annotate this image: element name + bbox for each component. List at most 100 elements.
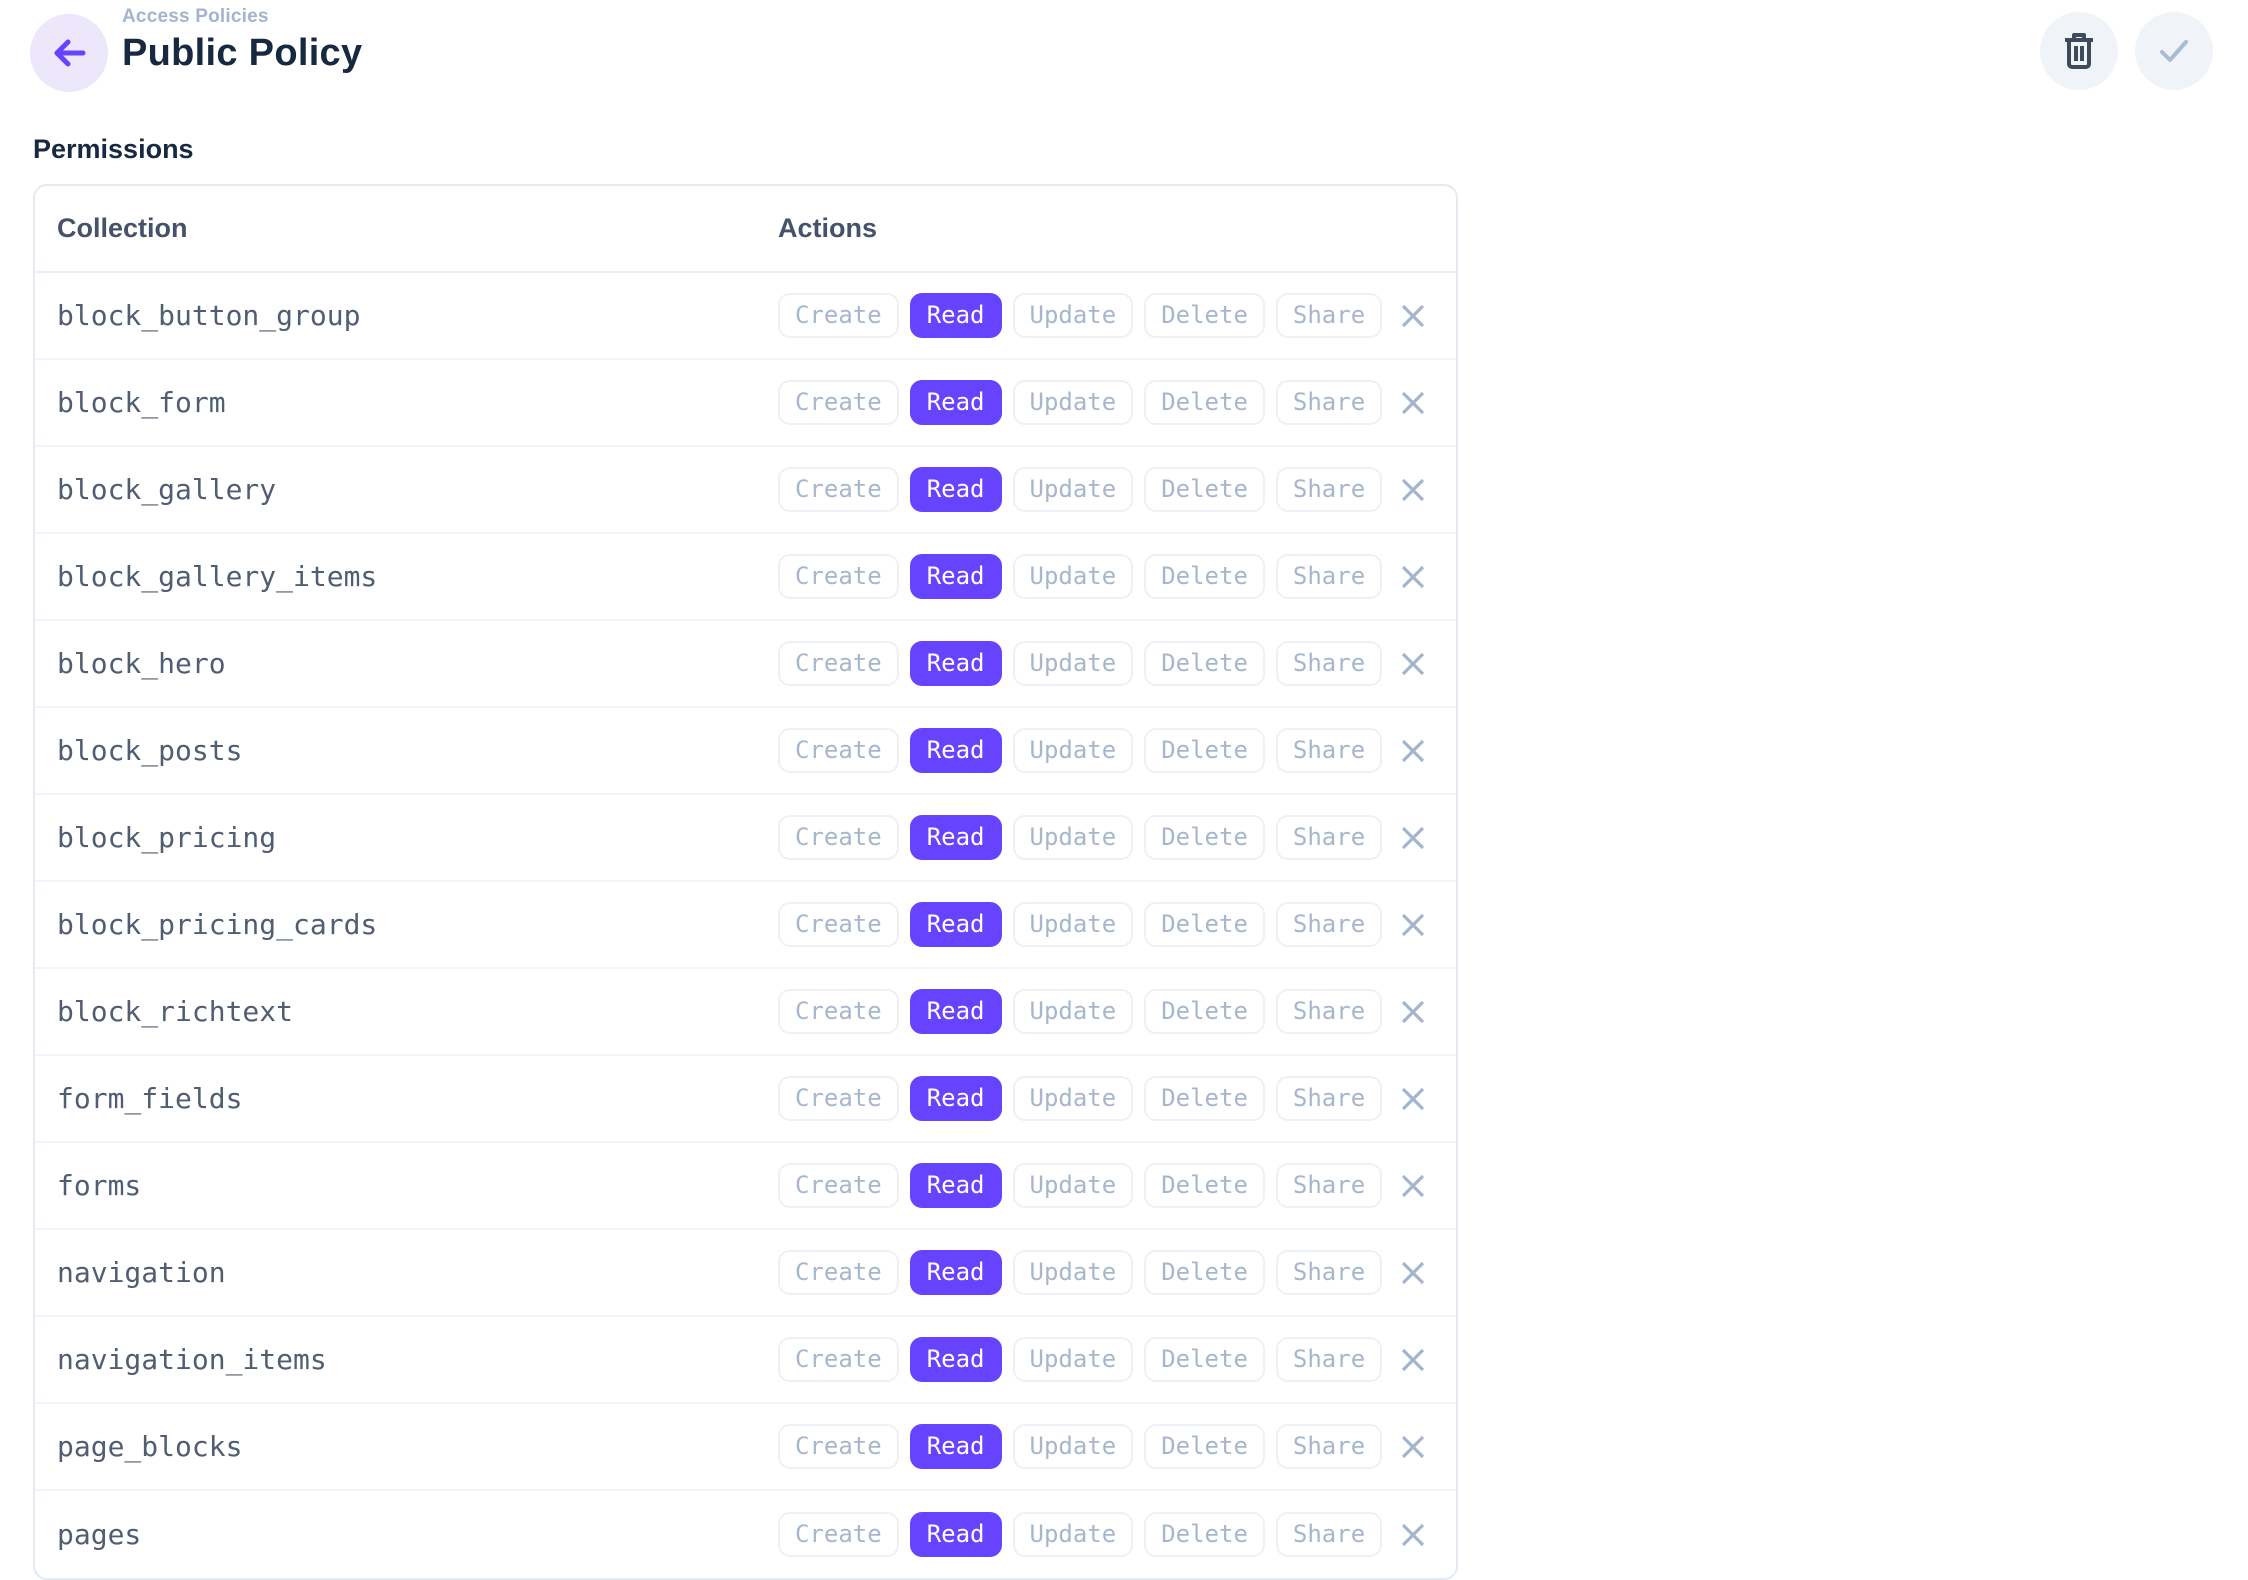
action-create-toggle[interactable]: Create [778, 554, 899, 599]
action-create-toggle[interactable]: Create [778, 1424, 899, 1469]
action-share-toggle[interactable]: Share [1276, 815, 1382, 860]
action-delete-toggle[interactable]: Delete [1144, 989, 1265, 1034]
action-update-toggle[interactable]: Update [1013, 1424, 1134, 1469]
action-delete-toggle[interactable]: Delete [1144, 467, 1265, 512]
action-update-toggle[interactable]: Update [1013, 1076, 1134, 1121]
action-read-toggle[interactable]: Read [910, 641, 1002, 686]
action-delete-toggle[interactable]: Delete [1144, 380, 1265, 425]
action-delete-toggle[interactable]: Delete [1144, 902, 1265, 947]
action-delete-toggle[interactable]: Delete [1144, 1512, 1265, 1557]
action-update-toggle[interactable]: Update [1013, 380, 1134, 425]
close-icon [1394, 819, 1432, 857]
action-create-toggle[interactable]: Create [778, 1163, 899, 1208]
action-delete-toggle[interactable]: Delete [1144, 1163, 1265, 1208]
remove-permission-button[interactable] [1393, 1079, 1433, 1119]
action-create-toggle[interactable]: Create [778, 1337, 899, 1382]
arrow-left-icon [48, 32, 90, 74]
action-create-toggle[interactable]: Create [778, 467, 899, 512]
remove-permission-button[interactable] [1393, 644, 1433, 684]
action-share-toggle[interactable]: Share [1276, 728, 1382, 773]
action-create-toggle[interactable]: Create [778, 989, 899, 1034]
action-create-toggle[interactable]: Create [778, 815, 899, 860]
action-update-toggle[interactable]: Update [1013, 1337, 1134, 1382]
action-read-toggle[interactable]: Read [910, 989, 1002, 1034]
action-read-toggle[interactable]: Read [910, 293, 1002, 338]
action-delete-toggle[interactable]: Delete [1144, 1250, 1265, 1295]
action-create-toggle[interactable]: Create [778, 1250, 899, 1295]
action-read-toggle[interactable]: Read [910, 380, 1002, 425]
action-update-toggle[interactable]: Update [1013, 641, 1134, 686]
action-create-toggle[interactable]: Create [778, 1076, 899, 1121]
action-update-toggle[interactable]: Update [1013, 902, 1134, 947]
action-share-toggle[interactable]: Share [1276, 989, 1382, 1034]
action-share-toggle[interactable]: Share [1276, 380, 1382, 425]
action-share-toggle[interactable]: Share [1276, 554, 1382, 599]
remove-permission-button[interactable] [1393, 905, 1433, 945]
action-share-toggle[interactable]: Share [1276, 293, 1382, 338]
action-update-toggle[interactable]: Update [1013, 728, 1134, 773]
action-share-toggle[interactable]: Share [1276, 641, 1382, 686]
action-read-toggle[interactable]: Read [910, 554, 1002, 599]
delete-policy-button[interactable] [2040, 12, 2118, 90]
action-create-toggle[interactable]: Create [778, 902, 899, 947]
action-update-toggle[interactable]: Update [1013, 467, 1134, 512]
action-create-toggle[interactable]: Create [778, 380, 899, 425]
action-delete-toggle[interactable]: Delete [1144, 1337, 1265, 1382]
action-read-toggle[interactable]: Read [910, 815, 1002, 860]
action-share-toggle[interactable]: Share [1276, 1424, 1382, 1469]
action-read-toggle[interactable]: Read [910, 1163, 1002, 1208]
action-update-toggle[interactable]: Update [1013, 815, 1134, 860]
back-button[interactable] [30, 14, 108, 92]
action-update-toggle[interactable]: Update [1013, 293, 1134, 338]
remove-permission-button[interactable] [1393, 731, 1433, 771]
action-read-toggle[interactable]: Read [910, 728, 1002, 773]
action-share-toggle[interactable]: Share [1276, 1076, 1382, 1121]
action-update-toggle[interactable]: Update [1013, 554, 1134, 599]
remove-permission-button[interactable] [1393, 1340, 1433, 1380]
action-create-toggle[interactable]: Create [778, 641, 899, 686]
breadcrumb[interactable]: Access Policies [122, 6, 362, 28]
close-icon [1394, 558, 1432, 596]
action-delete-toggle[interactable]: Delete [1144, 728, 1265, 773]
action-update-toggle[interactable]: Update [1013, 1250, 1134, 1295]
remove-permission-button[interactable] [1393, 1515, 1433, 1555]
remove-permission-button[interactable] [1393, 296, 1433, 336]
action-create-toggle[interactable]: Create [778, 1512, 899, 1557]
action-share-toggle[interactable]: Share [1276, 1512, 1382, 1557]
action-read-toggle[interactable]: Read [910, 1337, 1002, 1382]
action-share-toggle[interactable]: Share [1276, 1250, 1382, 1295]
action-read-toggle[interactable]: Read [910, 467, 1002, 512]
action-share-toggle[interactable]: Share [1276, 902, 1382, 947]
action-share-toggle[interactable]: Share [1276, 467, 1382, 512]
remove-permission-button[interactable] [1393, 1427, 1433, 1467]
permission-row: block_gallery CreateReadUpdateDeleteShar… [35, 447, 1456, 534]
remove-permission-button[interactable] [1393, 1253, 1433, 1293]
action-update-toggle[interactable]: Update [1013, 1512, 1134, 1557]
action-delete-toggle[interactable]: Delete [1144, 293, 1265, 338]
remove-permission-button[interactable] [1393, 383, 1433, 423]
action-read-toggle[interactable]: Read [910, 1512, 1002, 1557]
actions-cell: CreateReadUpdateDeleteShare [778, 293, 1458, 338]
remove-permission-button[interactable] [1393, 557, 1433, 597]
remove-permission-button[interactable] [1393, 470, 1433, 510]
action-create-toggle[interactable]: Create [778, 293, 899, 338]
action-delete-toggle[interactable]: Delete [1144, 641, 1265, 686]
remove-permission-button[interactable] [1393, 992, 1433, 1032]
action-share-toggle[interactable]: Share [1276, 1163, 1382, 1208]
save-button[interactable] [2135, 12, 2213, 90]
action-update-toggle[interactable]: Update [1013, 989, 1134, 1034]
action-read-toggle[interactable]: Read [910, 1250, 1002, 1295]
remove-permission-button[interactable] [1393, 818, 1433, 858]
action-read-toggle[interactable]: Read [910, 902, 1002, 947]
action-delete-toggle[interactable]: Delete [1144, 1076, 1265, 1121]
remove-permission-button[interactable] [1393, 1166, 1433, 1206]
action-create-toggle[interactable]: Create [778, 728, 899, 773]
action-read-toggle[interactable]: Read [910, 1424, 1002, 1469]
collection-name: block_form [35, 386, 778, 419]
action-delete-toggle[interactable]: Delete [1144, 815, 1265, 860]
action-read-toggle[interactable]: Read [910, 1076, 1002, 1121]
action-update-toggle[interactable]: Update [1013, 1163, 1134, 1208]
action-delete-toggle[interactable]: Delete [1144, 554, 1265, 599]
action-delete-toggle[interactable]: Delete [1144, 1424, 1265, 1469]
action-share-toggle[interactable]: Share [1276, 1337, 1382, 1382]
